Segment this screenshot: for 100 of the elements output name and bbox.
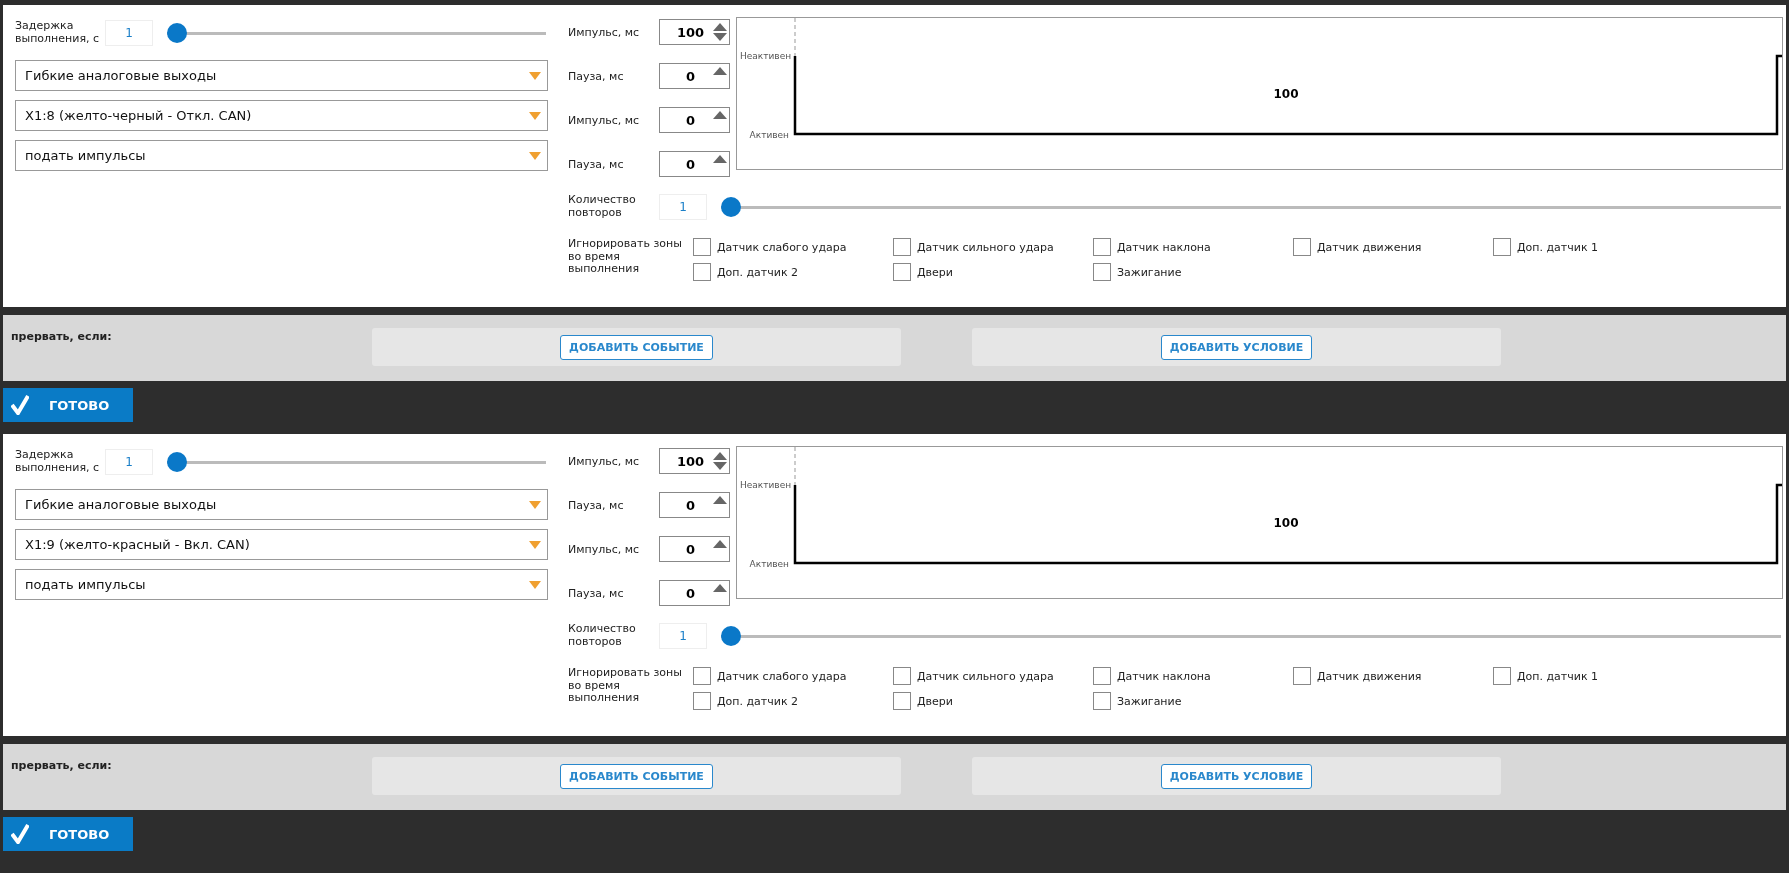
caret-icon bbox=[529, 71, 541, 80]
delay-field[interactable]: 1 bbox=[105, 20, 153, 46]
slider-thumb[interactable] bbox=[167, 452, 187, 472]
up-arrow-icon[interactable] bbox=[713, 540, 727, 548]
timing-label: Импульс, мс bbox=[568, 542, 641, 556]
checkbox-label: Двери bbox=[917, 265, 953, 279]
repeats-label: Количество повторов bbox=[568, 623, 637, 649]
checkbox-label: Датчик движения bbox=[1317, 240, 1422, 254]
repeats-field[interactable]: 1 bbox=[659, 623, 707, 649]
checkbox[interactable] bbox=[1493, 238, 1511, 256]
timing-label: Пауза, мс bbox=[568, 498, 625, 512]
number-spinner[interactable]: 100 bbox=[659, 19, 730, 45]
checkbox[interactable] bbox=[893, 667, 911, 685]
dropdown[interactable]: X1:9 (желто-красный - Вкл. CAN) bbox=[15, 529, 548, 560]
checkbox[interactable] bbox=[1293, 667, 1311, 685]
timing-label: Пауза, мс bbox=[568, 157, 625, 171]
inactive-label: Неактивен bbox=[740, 480, 792, 490]
ignore-zones-label: Игнорировать зоны во время выполнения bbox=[568, 238, 683, 278]
number-spinner[interactable]: 0 bbox=[659, 580, 730, 606]
dropdown[interactable]: Гибкие аналоговые выходы bbox=[15, 489, 548, 520]
checkbox-label: Датчик слабого удара bbox=[717, 669, 847, 683]
checkbox[interactable] bbox=[693, 263, 711, 281]
done-button[interactable]: ГОТОВО bbox=[3, 388, 133, 422]
repeats-label: Количество повторов bbox=[568, 194, 637, 220]
abort-label: прервать, если: bbox=[11, 759, 112, 772]
pulse-value: 100 bbox=[1273, 516, 1299, 530]
caret-icon bbox=[529, 540, 541, 549]
up-arrow-icon[interactable] bbox=[713, 23, 727, 31]
up-arrow-icon[interactable] bbox=[713, 584, 727, 592]
checkbox[interactable] bbox=[893, 263, 911, 281]
checkbox-label: Датчик движения bbox=[1317, 669, 1422, 683]
checkbox[interactable] bbox=[693, 238, 711, 256]
slider-thumb[interactable] bbox=[721, 626, 741, 646]
checkbox-label: Зажигание bbox=[1117, 694, 1182, 708]
checkbox[interactable] bbox=[693, 667, 711, 685]
timing-label: Импульс, мс bbox=[568, 454, 641, 468]
checkbox[interactable] bbox=[1493, 667, 1511, 685]
active-label: Активен bbox=[749, 130, 789, 140]
checkmark-icon bbox=[11, 395, 29, 415]
slider-thumb[interactable] bbox=[167, 23, 187, 43]
checkbox[interactable] bbox=[1093, 263, 1111, 281]
timing-label: Пауза, мс bbox=[568, 586, 625, 600]
pulse-value: 100 bbox=[1273, 87, 1299, 101]
checkbox-label: Датчик сильного удара bbox=[917, 240, 1054, 254]
timing-label: Пауза, мс bbox=[568, 69, 625, 83]
checkbox[interactable] bbox=[893, 238, 911, 256]
add-button[interactable]: ДОБАВИТЬ УСЛОВИЕ bbox=[1160, 763, 1313, 789]
dropdown[interactable]: подать импульсы bbox=[15, 140, 548, 171]
caret-icon bbox=[529, 500, 541, 509]
checkbox-label: Доп. датчик 2 bbox=[717, 694, 799, 708]
abort-label: прервать, если: bbox=[11, 330, 112, 343]
up-arrow-icon[interactable] bbox=[713, 155, 727, 163]
ignore-zones-label: Игнорировать зоны во время выполнения bbox=[568, 667, 683, 707]
checkbox-label: Доп. датчик 2 bbox=[717, 265, 799, 279]
active-label: Активен bbox=[749, 559, 789, 569]
delay-label: Задержка выполнения, с bbox=[15, 20, 101, 46]
up-arrow-icon[interactable] bbox=[713, 452, 727, 460]
caret-icon bbox=[529, 111, 541, 120]
dropdown[interactable]: Гибкие аналоговые выходы bbox=[15, 60, 548, 91]
checkbox[interactable] bbox=[1093, 692, 1111, 710]
number-spinner[interactable]: 0 bbox=[659, 492, 730, 518]
number-spinner[interactable]: 0 bbox=[659, 107, 730, 133]
checkbox[interactable] bbox=[693, 692, 711, 710]
checkbox[interactable] bbox=[1093, 667, 1111, 685]
dropdown[interactable]: подать импульсы bbox=[15, 569, 548, 600]
number-spinner[interactable]: 0 bbox=[659, 63, 730, 89]
timing-label: Импульс, мс bbox=[568, 25, 641, 39]
dropdown[interactable]: X1:8 (желто-черный - Откл. CAN) bbox=[15, 100, 548, 131]
add-button[interactable]: ДОБАВИТЬ СОБЫТИЕ bbox=[560, 763, 713, 789]
caret-icon bbox=[529, 580, 541, 589]
delay-field[interactable]: 1 bbox=[105, 449, 153, 475]
checkbox[interactable] bbox=[893, 692, 911, 710]
up-arrow-icon[interactable] bbox=[713, 111, 727, 119]
number-spinner[interactable]: 0 bbox=[659, 536, 730, 562]
up-arrow-icon[interactable] bbox=[713, 67, 727, 75]
caret-icon bbox=[529, 151, 541, 160]
add-button[interactable]: ДОБАВИТЬ УСЛОВИЕ bbox=[1160, 334, 1313, 360]
down-arrow-icon[interactable] bbox=[713, 462, 727, 470]
slider-thumb[interactable] bbox=[721, 197, 741, 217]
checkmark-icon bbox=[11, 824, 29, 844]
up-arrow-icon[interactable] bbox=[713, 496, 727, 504]
delay-label: Задержка выполнения, с bbox=[15, 449, 101, 475]
checkbox-label: Доп. датчик 1 bbox=[1517, 669, 1599, 683]
add-button[interactable]: ДОБАВИТЬ СОБЫТИЕ bbox=[560, 334, 713, 360]
checkbox-label: Доп. датчик 1 bbox=[1517, 240, 1599, 254]
checkbox[interactable] bbox=[1093, 238, 1111, 256]
checkbox-label: Датчик наклона bbox=[1117, 240, 1211, 254]
number-spinner[interactable]: 100 bbox=[659, 448, 730, 474]
checkbox-label: Датчик сильного удара bbox=[917, 669, 1054, 683]
number-spinner[interactable]: 0 bbox=[659, 151, 730, 177]
checkbox-label: Зажигание bbox=[1117, 265, 1182, 279]
down-arrow-icon[interactable] bbox=[713, 33, 727, 41]
inactive-label: Неактивен bbox=[740, 51, 792, 61]
checkbox[interactable] bbox=[1293, 238, 1311, 256]
done-button[interactable]: ГОТОВО bbox=[3, 817, 133, 851]
checkbox-label: Двери bbox=[917, 694, 953, 708]
repeats-field[interactable]: 1 bbox=[659, 194, 707, 220]
checkbox-label: Датчик слабого удара bbox=[717, 240, 847, 254]
timing-label: Импульс, мс bbox=[568, 113, 641, 127]
checkbox-label: Датчик наклона bbox=[1117, 669, 1211, 683]
